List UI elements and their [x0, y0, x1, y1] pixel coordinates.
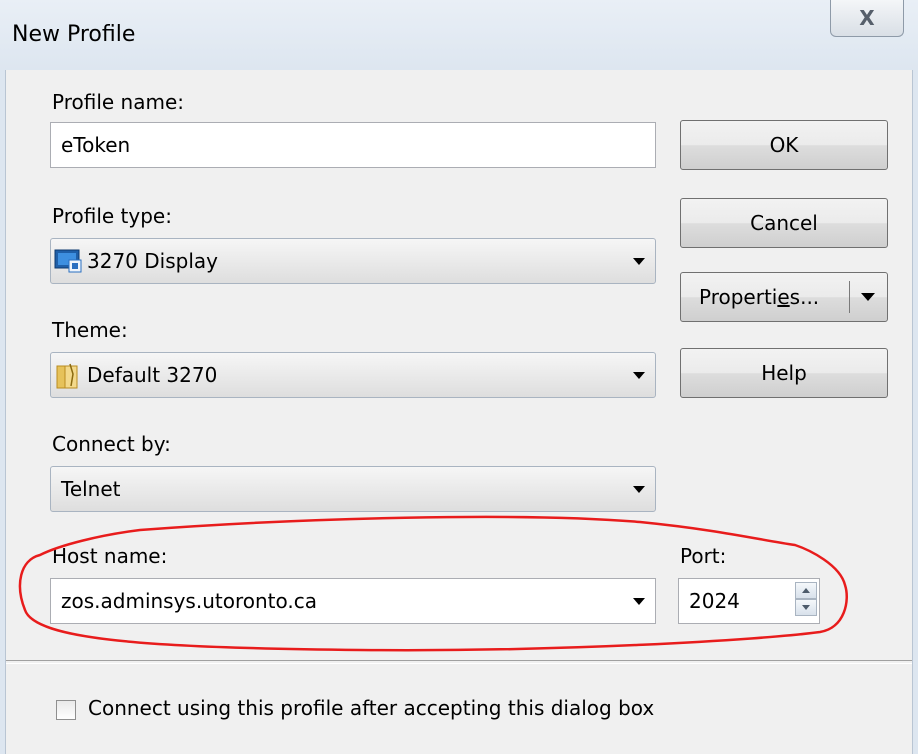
ok-button[interactable]: OK: [680, 120, 888, 170]
profile-name-label: Profile name:: [52, 90, 185, 114]
profile-type-select[interactable]: 3270 Display: [50, 238, 656, 284]
chevron-down-icon: [633, 258, 645, 265]
cancel-label: Cancel: [750, 211, 818, 235]
connect-checkbox[interactable]: [56, 700, 76, 720]
arrow-up-icon: [802, 588, 810, 593]
cancel-button[interactable]: Cancel: [680, 198, 888, 248]
connect-by-value: Telnet: [61, 477, 121, 501]
profile-name-value: eToken: [61, 133, 131, 157]
port-decrement-button[interactable]: [795, 599, 817, 616]
new-profile-dialog: New Profile X Profile name: eToken Profi…: [0, 0, 918, 754]
properties-split-button[interactable]: Properties...: [680, 272, 888, 322]
chevron-down-icon: [633, 598, 645, 605]
host-name-value: zos.adminsys.utoronto.ca: [61, 589, 317, 613]
separator: [6, 660, 912, 664]
host-name-label: Host name:: [52, 544, 168, 568]
split-divider: [849, 281, 850, 313]
properties-label-mnemonic: e: [777, 285, 790, 309]
theme-select[interactable]: Default 3270: [50, 352, 656, 398]
arrow-down-icon: [802, 605, 810, 610]
3270-display-icon: [54, 249, 82, 273]
properties-label-suffix: s...: [789, 285, 820, 309]
properties-label-prefix: Properti: [699, 285, 778, 309]
help-button[interactable]: Help: [680, 348, 888, 398]
port-label: Port:: [680, 544, 727, 568]
ok-label: OK: [769, 133, 799, 157]
profile-name-field[interactable]: eToken: [50, 122, 656, 168]
theme-value: Default 3270: [87, 363, 218, 387]
port-stepper[interactable]: 2024: [678, 578, 820, 624]
theme-label: Theme:: [52, 318, 128, 342]
window-frame-right: [912, 70, 918, 754]
profile-type-label: Profile type:: [52, 204, 172, 228]
profile-type-value: 3270 Display: [87, 249, 218, 273]
help-label: Help: [761, 361, 807, 385]
title-bar: New Profile X: [0, 0, 918, 70]
port-value: 2024: [689, 589, 740, 613]
connect-by-select[interactable]: Telnet: [50, 466, 656, 512]
properties-label: Properties...: [699, 285, 819, 309]
dialog-body: Profile name: eToken Profile type: 3270 …: [6, 70, 912, 754]
chevron-down-icon: [633, 486, 645, 493]
close-icon: X: [859, 6, 875, 30]
dropdown-arrow-icon[interactable]: [861, 293, 875, 301]
port-spin-buttons: [795, 582, 817, 616]
window-title: New Profile: [12, 22, 136, 47]
host-name-combo[interactable]: zos.adminsys.utoronto.ca: [50, 578, 656, 624]
connect-checkbox-label: Connect using this profile after accepti…: [88, 696, 655, 720]
connect-by-label: Connect by:: [52, 432, 171, 456]
close-button[interactable]: X: [830, 0, 904, 37]
port-increment-button[interactable]: [795, 582, 817, 599]
theme-folder-icon: [56, 363, 78, 389]
chevron-down-icon: [633, 372, 645, 379]
